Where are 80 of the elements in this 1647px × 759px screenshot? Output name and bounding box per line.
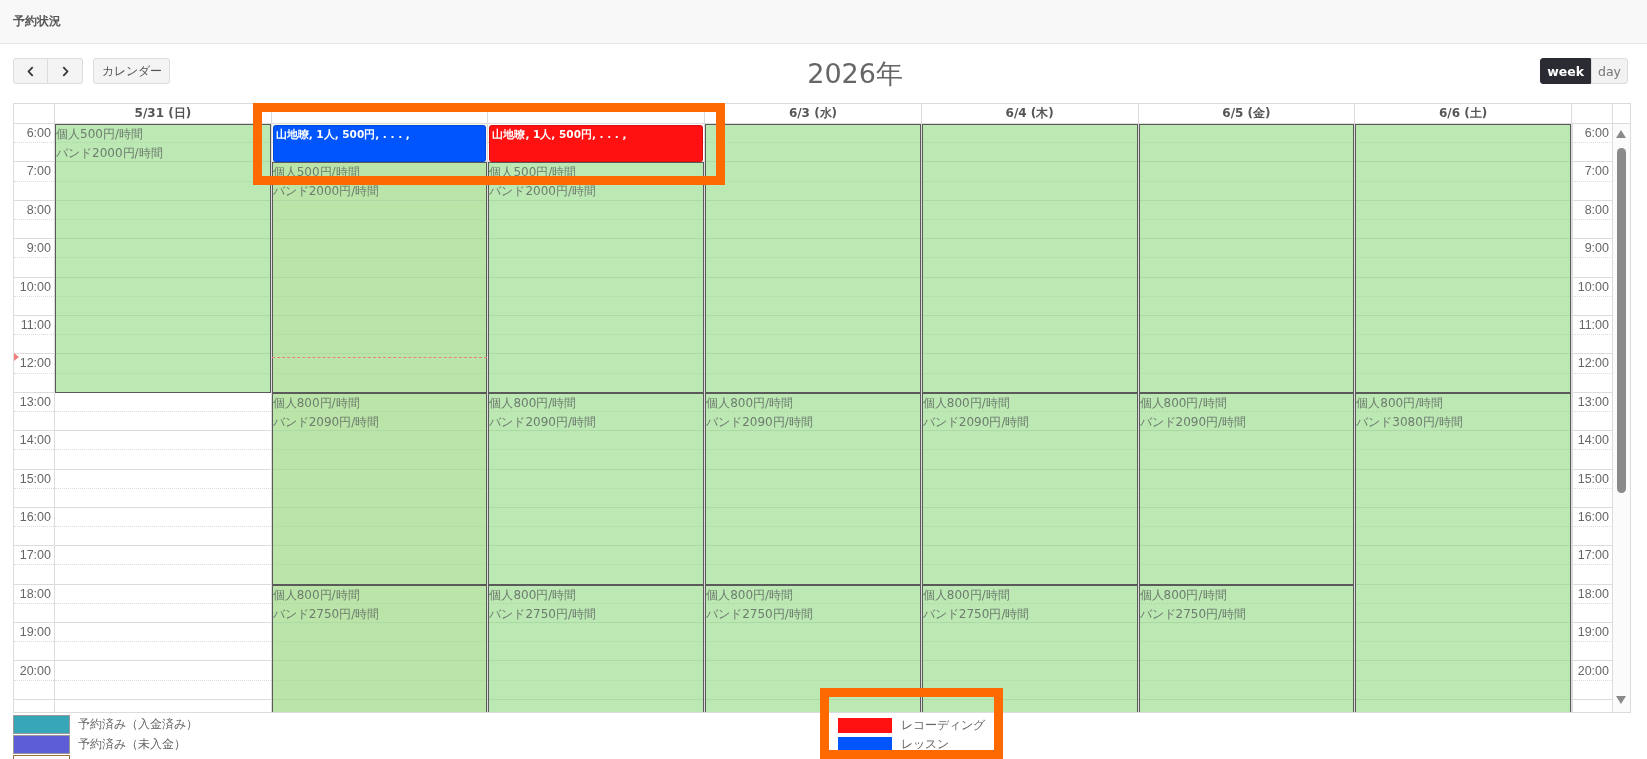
time-label: 18:00 (19, 586, 51, 601)
next-button[interactable] (48, 58, 83, 84)
price-text: バンド2750円/時間 (489, 605, 596, 623)
price-text: 個人800円/時間 (489, 586, 577, 604)
price-text: バンド2090円/時間 (706, 413, 813, 431)
price-text: 個人800円/時間 (272, 394, 360, 412)
time-label: 8:00 (26, 202, 51, 217)
time-label: 14:00 (1577, 433, 1609, 448)
current-time-marker-icon (14, 353, 19, 361)
calendar-button[interactable]: カレンダー (93, 58, 170, 84)
scroll-up-icon[interactable] (1616, 130, 1627, 138)
price-text: バンド2000円/時間 (489, 183, 596, 201)
view-tab[interactable]: day (1591, 58, 1628, 84)
time-label: 17:00 (1577, 548, 1609, 563)
price-text: バンド2000円/時間 (272, 183, 380, 201)
price-text: 個人800円/時間 (272, 586, 360, 604)
time-label: 19:00 (1577, 625, 1609, 640)
page-title: 予約状況 (13, 14, 61, 29)
price-text: バンド2750円/時間 (1139, 605, 1247, 623)
price-text: バンド2090円/時間 (922, 413, 1030, 431)
view-tab[interactable]: week (1540, 58, 1591, 84)
price-text: 個人800円/時間 (706, 586, 794, 604)
scrollbar-thumb[interactable] (1617, 148, 1626, 493)
day-header: 6/3 (水) (705, 104, 922, 124)
price-text: バンド2750円/時間 (272, 605, 380, 623)
time-label: 6:00 (26, 126, 51, 141)
previous-button[interactable] (13, 58, 48, 84)
legend-label: レッスン (901, 736, 949, 753)
price-text: 個人800円/時間 (1139, 394, 1227, 412)
price-text: バンド2090円/時間 (1139, 413, 1247, 431)
legend-label: 予約済み（入金済み） (78, 715, 198, 733)
scroll-down-icon[interactable] (1616, 696, 1627, 704)
time-label: 12:00 (19, 356, 51, 371)
time-label: 17:00 (19, 548, 51, 563)
legend-label: 予約済み（未入金） (78, 735, 186, 753)
price-text: バンド3080円/時間 (1356, 413, 1463, 431)
time-label: 10:00 (1577, 279, 1609, 294)
time-label: 7:00 (1584, 164, 1609, 179)
price-text: 個人800円/時間 (1139, 586, 1227, 604)
time-label: 19:00 (19, 625, 51, 640)
time-label: 6:00 (1584, 126, 1609, 141)
time-label: 16:00 (19, 510, 51, 524)
price-text: 個人800円/時間 (489, 394, 577, 412)
day-header: 6/6 (土) (1355, 104, 1572, 124)
time-label: 16:00 (1577, 510, 1609, 524)
price-text: バンド2750円/時間 (706, 605, 813, 623)
time-label: 9:00 (1584, 241, 1609, 256)
price-text: バンド2000円/時間 (56, 145, 163, 162)
time-label: 12:00 (1577, 356, 1609, 371)
time-label: 15:00 (19, 471, 51, 486)
day-header: 5/31 (日) (55, 104, 272, 124)
price-text: 個人800円/時間 (922, 586, 1010, 604)
price-text: バンド2750円/時間 (922, 605, 1030, 623)
time-label: 10:00 (19, 279, 51, 294)
price-text: 個人800円/時間 (1356, 394, 1444, 412)
price-text: 個人800円/時間 (922, 394, 1010, 412)
time-label: 9:00 (26, 241, 51, 256)
calendar-title: 2026年 (807, 59, 903, 89)
time-label: 8:00 (1584, 202, 1609, 217)
time-label: 11:00 (20, 318, 51, 333)
time-label: 11:00 (1578, 318, 1609, 333)
price-text: 個人500円/時間 (56, 126, 143, 143)
day-header: 6/5 (金) (1138, 104, 1356, 124)
time-label: 20:00 (1577, 663, 1609, 678)
booking-event[interactable]: 山地暸, 1人, 500円, . . . , (489, 125, 704, 162)
time-label: 20:00 (19, 663, 51, 678)
time-label: 13:00 (19, 394, 51, 409)
day-header: 6/4 (木) (921, 104, 1139, 124)
price-text: バンド2090円/時間 (489, 413, 596, 431)
time-label: 15:00 (1577, 471, 1609, 486)
price-text: 個人800円/時間 (706, 394, 794, 412)
legend-label: レコーディング (901, 717, 985, 734)
time-label: 14:00 (19, 433, 51, 448)
time-label: 7:00 (26, 164, 51, 179)
chevron-left-icon (27, 65, 34, 77)
price-text: バンド2090円/時間 (272, 413, 380, 431)
time-label: 18:00 (1577, 586, 1609, 601)
booking-event[interactable]: 山地暸, 1人, 500円, . . . , (272, 125, 487, 162)
chevron-right-icon (61, 65, 69, 77)
time-label: 13:00 (1577, 394, 1609, 409)
